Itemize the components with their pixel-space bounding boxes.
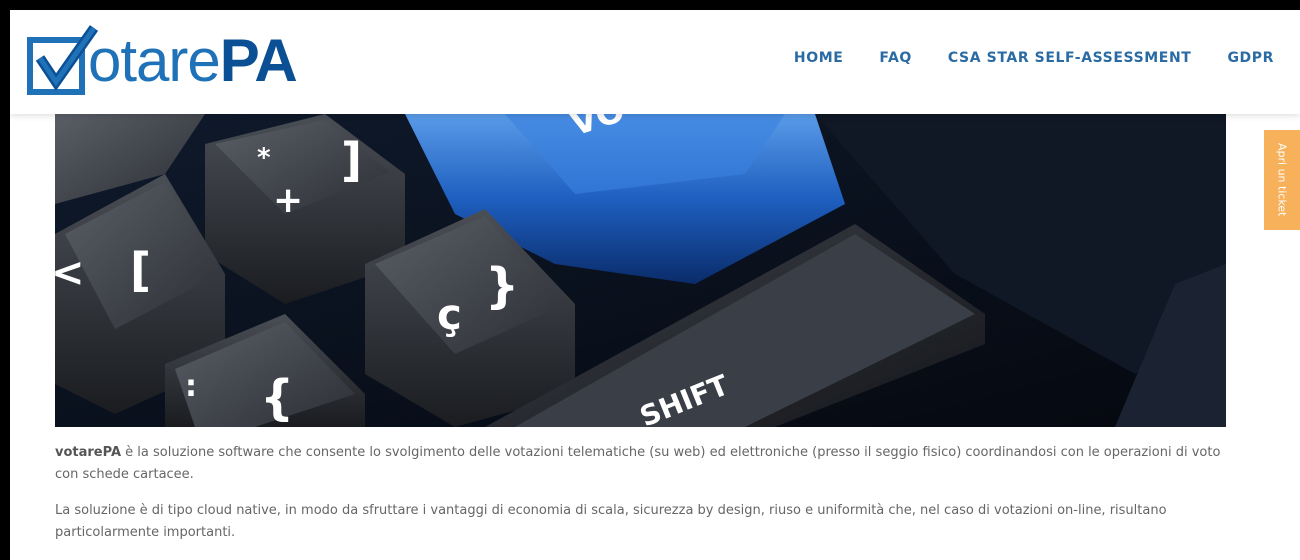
page-frame: otarePA HOME FAQ CSA STAR SELF-ASSESSMEN… <box>10 10 1300 560</box>
nav-faq[interactable]: FAQ <box>879 50 912 66</box>
keyboard-illustration: * ] + [ < ç } { : SHIFT VO <box>55 114 1226 427</box>
key-brace-left: { <box>260 370 294 426</box>
open-ticket-tab[interactable]: Apri un ticket <box>1264 130 1300 230</box>
key-colon: : <box>185 369 197 404</box>
key-star: * <box>257 143 271 173</box>
key-bracket-left: [ <box>130 243 151 297</box>
site-header: otarePA HOME FAQ CSA STAR SELF-ASSESSMEN… <box>10 10 1300 114</box>
main-nav: HOME FAQ CSA STAR SELF-ASSESSMENT GDPR <box>758 50 1274 66</box>
key-cedilla: ç <box>437 290 462 339</box>
key-less: < <box>55 250 85 296</box>
key-brace-right: } <box>485 258 519 314</box>
logo-text: otarePA <box>88 27 298 94</box>
key-bracket-right: ] <box>341 133 362 187</box>
key-plus: + <box>273 180 303 221</box>
intro-paragraph-1: votarePA è la soluzione software che con… <box>55 445 1221 482</box>
intro-paragraph-2: La soluzione è di tipo cloud native, in … <box>55 503 1167 540</box>
nav-gdpr[interactable]: GDPR <box>1227 50 1274 66</box>
nav-home[interactable]: HOME <box>794 50 844 66</box>
hero-keyboard-image: * ] + [ < ç } { : SHIFT VO <box>55 114 1226 427</box>
intro-content: votarePA è la soluzione software che con… <box>55 442 1235 558</box>
ticket-label: Apri un ticket <box>1275 143 1289 217</box>
nav-csa-star[interactable]: CSA STAR SELF-ASSESSMENT <box>948 50 1192 66</box>
site-logo[interactable]: otarePA <box>26 24 298 98</box>
